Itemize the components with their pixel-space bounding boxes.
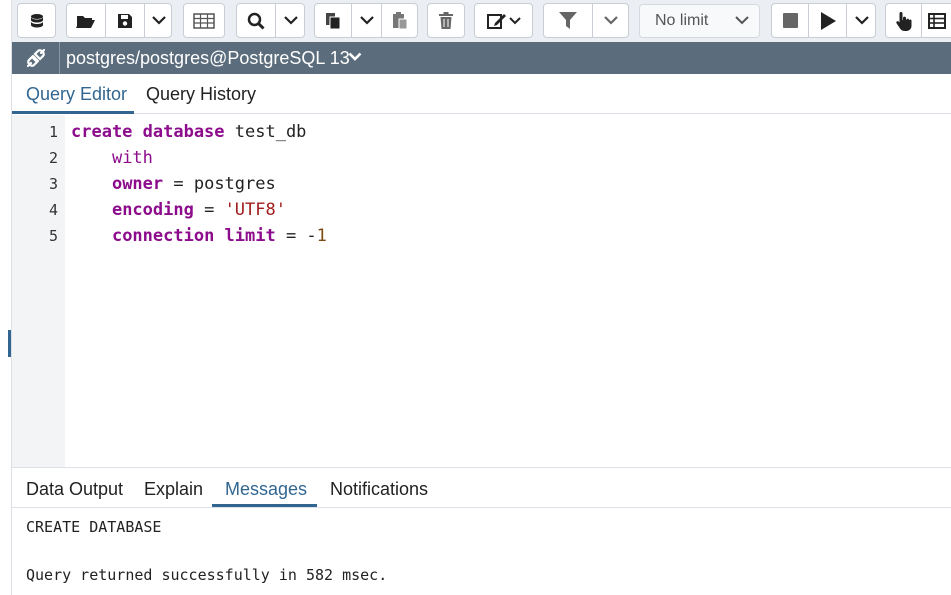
result-tabs: Data Output Explain Messages Notificatio… [12,467,951,508]
chevron-down-icon [508,16,521,24]
tab-notifications[interactable]: Notifications [330,479,428,500]
sql-text: test_db [224,122,307,142]
copy-icon [326,12,341,29]
open-file-button[interactable] [67,4,105,37]
code-line[interactable]: encoding = 'UTF8' [71,197,286,223]
sql-text: = postgres [163,174,276,194]
find-button[interactable] [237,4,275,37]
delete-row-button[interactable] [427,3,465,38]
pgadmin-query-tool: No limit postgres/postgres@PostgreSQL 13… [0,0,951,595]
code-line[interactable]: connection limit = -1 [71,223,327,249]
messages-panel: CREATE DATABASE Query returned successfu… [12,508,951,595]
message-line: Query returned successfully in 582 msec. [26,566,388,584]
plug-connected-icon [26,48,45,68]
copy-button[interactable] [315,4,351,37]
explain-button[interactable] [886,4,921,37]
code-line[interactable]: create database test_db [71,119,306,145]
play-icon [820,11,836,30]
message-line: CREATE DATABASE [26,518,162,536]
tab-messages[interactable]: Messages [225,479,307,500]
tab-query-history[interactable]: Query History [146,84,256,105]
line-number: 3 [48,175,58,193]
save-options-dropdown[interactable] [144,4,172,37]
sql-keyword: with [111,148,153,168]
tab-query-editor[interactable]: Query Editor [26,84,127,105]
chevron-down-icon [854,16,869,25]
code-line[interactable]: with [71,145,153,171]
table-save-icon [193,12,215,29]
filter-button[interactable] [544,4,592,37]
sql-number: 1 [316,226,327,246]
file-button-group [66,3,172,38]
sql-operator: = - [275,226,317,246]
active-tab-indicator [212,504,317,507]
tab-explain[interactable]: Explain [144,479,203,500]
chevron-down-icon [604,16,618,25]
code-line[interactable]: owner = postgres [71,171,276,197]
panel-resize-marker[interactable] [8,330,11,357]
sql-operator: = [193,200,225,220]
database-icon [30,13,43,27]
line-number: 5 [48,227,58,245]
line-number-gutter: 1 2 3 4 5 [12,115,65,467]
line-number: 2 [48,149,58,167]
filter-icon [559,12,577,29]
edit-options-button[interactable] [474,3,533,38]
connection-title[interactable]: postgres/postgres@PostgreSQL 13 [66,48,350,69]
explain-button-group [885,3,951,38]
chevron-down-icon [735,16,749,25]
find-options-dropdown[interactable] [275,4,305,37]
sql-editor[interactable]: create database test_db with owner = pos… [65,115,951,467]
trash-icon [439,12,453,29]
sql-string: 'UTF8' [224,200,286,220]
save-icon [118,13,132,28]
filter-button-group [543,3,629,38]
paste-button[interactable] [381,4,418,37]
paste-icon [393,11,408,29]
chevron-down-icon [359,16,374,25]
execute-options-dropdown[interactable] [846,4,876,37]
chevron-down-icon [151,16,166,25]
chevron-down-icon[interactable] [348,52,362,62]
line-number: 4 [48,201,58,219]
line-number: 1 [48,123,58,141]
execute-button-group [771,3,876,38]
explain-analyze-button[interactable] [921,4,951,37]
sql-keyword: encoding [111,200,194,220]
filter-options-dropdown[interactable] [592,4,629,37]
copy-options-dropdown[interactable] [351,4,381,37]
sql-keyword: owner [111,174,164,194]
hand-pointer-icon [895,11,911,31]
find-button-group [236,3,305,38]
sql-keyword: connection limit [111,226,276,246]
connection-status-button[interactable] [12,42,60,74]
folder-open-icon [76,15,95,28]
cancel-query-button[interactable] [772,4,808,37]
active-editor-tab-indicator [12,111,134,114]
connection-bar: postgres/postgres@PostgreSQL 13 [12,42,951,74]
list-icon [928,12,946,29]
sql-keyword: create database [71,122,225,142]
query-toolbar: No limit [12,0,951,42]
rows-limit-value: No limit [655,12,709,29]
left-panel-edge [0,0,12,595]
execute-query-button[interactable] [808,4,846,37]
stop-icon [782,13,798,28]
search-icon [247,12,265,30]
copy-paste-button-group [314,3,418,38]
edit-icon [486,13,506,29]
save-data-changes-button[interactable] [183,3,225,38]
database-button[interactable] [17,3,56,38]
rows-limit-select[interactable]: No limit [639,4,760,38]
tab-data-output[interactable]: Data Output [26,479,123,500]
chevron-down-icon [283,16,298,25]
save-file-button[interactable] [105,4,144,37]
editor-tabs: Query Editor Query History [12,74,951,114]
